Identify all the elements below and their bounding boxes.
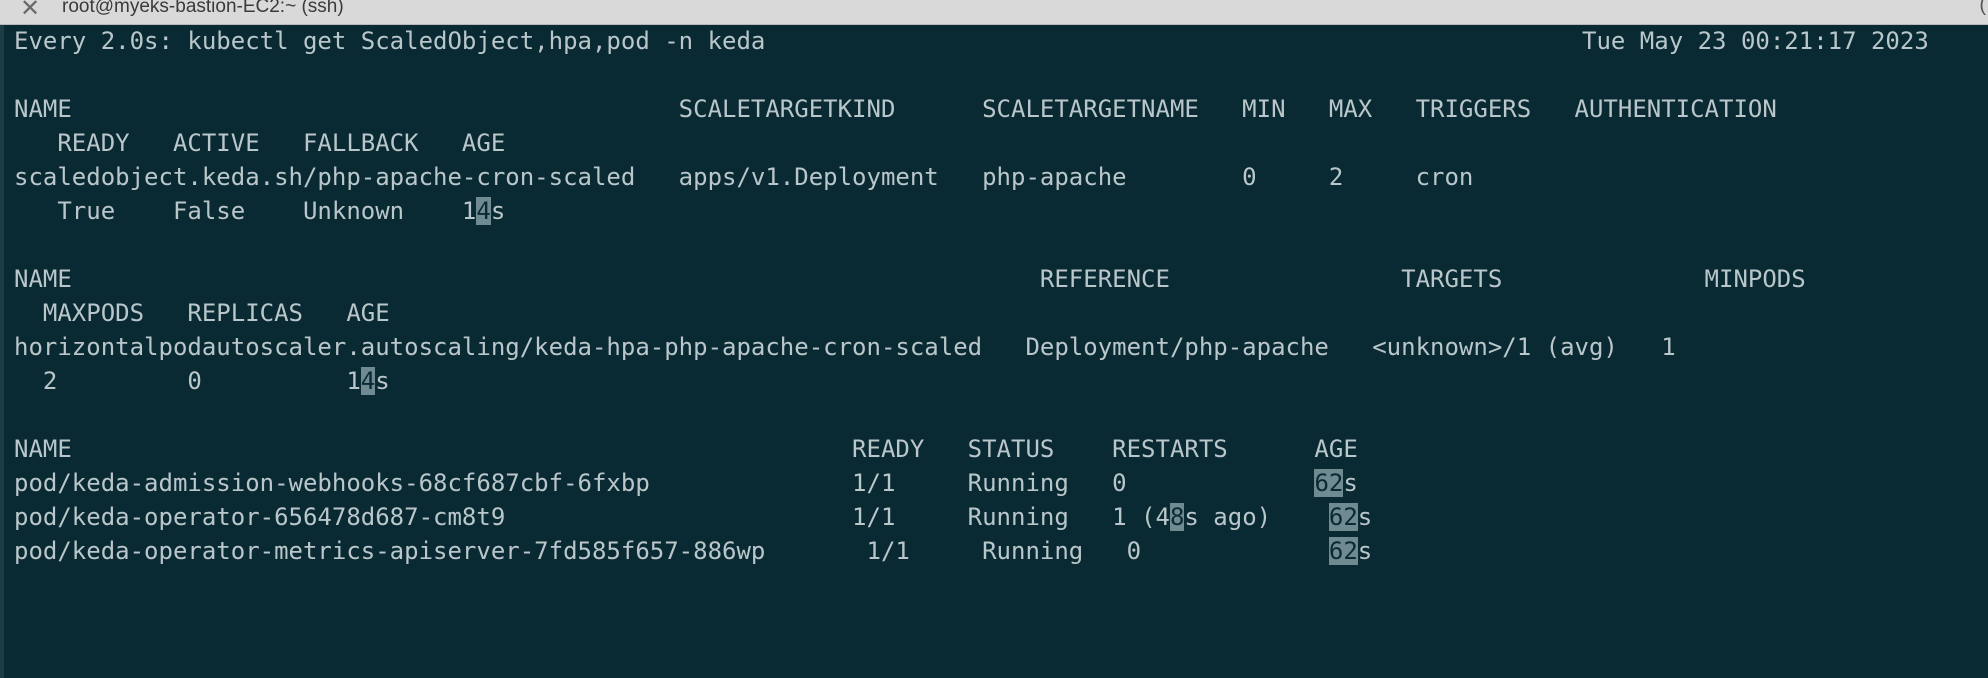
window-title: root@myeks-bastion-EC2:~ (ssh) xyxy=(62,0,344,17)
text-segment: s ago) xyxy=(1184,503,1329,531)
text-segment: pod/keda-operator-metrics-apiserver-7fd5… xyxy=(14,537,1329,565)
hpa-row-wrap: 2 0 14s xyxy=(14,364,390,398)
pod-row: pod/keda-operator-656478d687-cm8t9 1/1 R… xyxy=(14,500,1372,534)
text-segment: pod/keda-admission-webhooks-68cf687cbf-6… xyxy=(14,469,1315,497)
hpa-row: horizontalpodautoscaler.autoscaling/keda… xyxy=(14,333,1676,361)
highlighted-change: 62 xyxy=(1328,503,1358,531)
watch-command-header: Every 2.0s: kubectl get ScaledObject,hpa… xyxy=(14,27,766,55)
hpa-header: NAME REFERENCE TARGETS MINPODS xyxy=(14,265,1806,293)
highlighted-change: 8 xyxy=(1169,503,1185,531)
pod-row: pod/keda-admission-webhooks-68cf687cbf-6… xyxy=(14,466,1358,500)
pod-row: pod/keda-operator-metrics-apiserver-7fd5… xyxy=(14,534,1372,568)
scaledobject-row-wrap: True False Unknown 14s xyxy=(14,194,505,228)
text-segment: 2 0 1 xyxy=(14,367,361,395)
highlighted-change: 62 xyxy=(1328,537,1358,565)
highlighted-change: 4 xyxy=(476,197,491,225)
text-segment: s xyxy=(1357,503,1373,531)
text-segment: s xyxy=(490,197,506,225)
scaledobject-header-wrap: READY ACTIVE FALLBACK AGE xyxy=(14,129,506,157)
hpa-header-wrap: MAXPODS REPLICAS AGE xyxy=(14,299,390,327)
scaledobject-row: scaledobject.keda.sh/php-apache-cron-sca… xyxy=(14,163,1474,191)
scaledobject-header: NAME SCALETARGETKIND SCALETARGETNAME MIN… xyxy=(14,95,1777,123)
window-titlebar: ✕ root@myeks-bastion-EC2:~ (ssh) ( xyxy=(0,0,1988,25)
terminal-screen[interactable]: Every 2.0s: kubectl get ScaledObject,hpa… xyxy=(0,25,1988,678)
terminal-edge xyxy=(0,25,4,678)
pods-header: NAME READY STATUS RESTARTS AGE xyxy=(14,435,1358,463)
highlighted-change: 4 xyxy=(360,367,376,395)
text-segment: True False Unknown 1 xyxy=(14,197,477,225)
close-icon[interactable]: ✕ xyxy=(20,0,40,23)
text-segment: s xyxy=(1343,469,1358,497)
text-segment: s xyxy=(1357,537,1373,565)
text-segment: pod/keda-operator-656478d687-cm8t9 1/1 R… xyxy=(14,503,1170,531)
watch-timestamp: Tue May 23 00:21:17 2023 xyxy=(1582,27,1929,55)
highlighted-change: 62 xyxy=(1314,469,1344,497)
window-edge-glyph: ( xyxy=(1979,0,1986,16)
text-segment: s xyxy=(375,367,390,395)
